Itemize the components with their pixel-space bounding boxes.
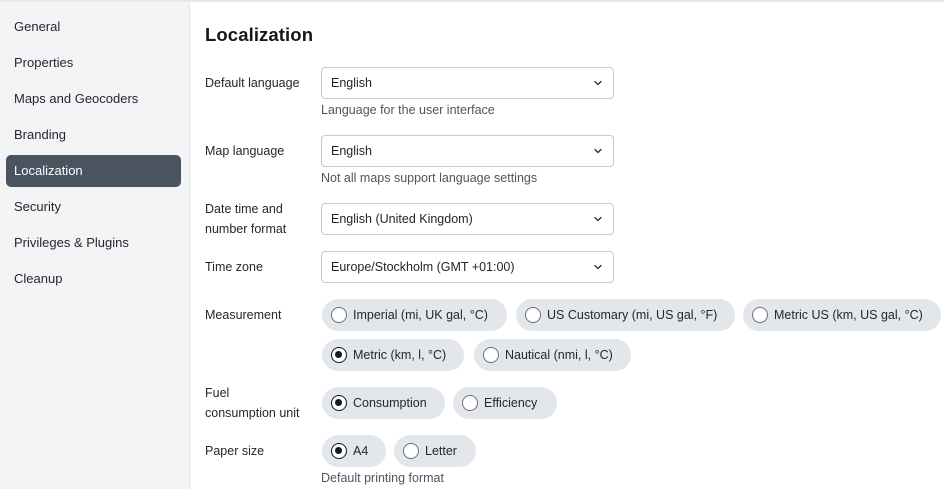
measurement-option-label: Metric US (km, US gal, °C) xyxy=(774,308,923,322)
fuel-consumption-label-line2: consumption unit xyxy=(205,406,300,420)
default-language-label: Default language xyxy=(205,76,300,90)
radio-icon xyxy=(331,307,347,323)
measurement-option-metric-us[interactable]: Metric US (km, US gal, °C) xyxy=(743,299,941,331)
chevron-down-icon xyxy=(594,148,602,154)
chevron-down-icon xyxy=(594,80,602,86)
map-language-label: Map language xyxy=(205,144,285,158)
radio-checked-icon xyxy=(331,395,347,411)
default-language-select[interactable]: English xyxy=(321,67,614,99)
sidebar-item-privileges-plugins[interactable]: Privileges & Plugins xyxy=(6,227,181,259)
sidebar-item-localization[interactable]: Localization xyxy=(6,155,181,187)
radio-checked-icon xyxy=(331,443,347,459)
paper-option-letter[interactable]: Letter xyxy=(394,435,476,467)
default-language-help: Language for the user interface xyxy=(321,103,495,117)
time-zone-label: Time zone xyxy=(205,260,263,274)
date-format-select[interactable]: English (United Kingdom) xyxy=(321,203,614,235)
measurement-option-label: Metric (km, l, °C) xyxy=(353,348,447,362)
date-format-label-line2: number format xyxy=(205,222,287,236)
page-title: Localization xyxy=(205,24,314,45)
measurement-option-label: Imperial (mi, UK gal, °C) xyxy=(353,308,488,322)
paper-size-help: Default printing format xyxy=(321,471,444,485)
sidebar-item-maps-and-geocoders[interactable]: Maps and Geocoders xyxy=(6,83,181,115)
sidebar-item-general[interactable]: General xyxy=(6,11,181,43)
fuel-option-label: Consumption xyxy=(353,396,427,410)
time-zone-value: Europe/Stockholm (GMT +01:00) xyxy=(331,260,515,274)
measurement-option-imperial[interactable]: Imperial (mi, UK gal, °C) xyxy=(322,299,507,331)
measurement-option-us-customary[interactable]: US Customary (mi, US gal, °F) xyxy=(516,299,735,331)
radio-checked-icon xyxy=(331,347,347,363)
time-zone-select[interactable]: Europe/Stockholm (GMT +01:00) xyxy=(321,251,614,283)
sidebar-item-properties[interactable]: Properties xyxy=(6,47,181,79)
paper-option-label: Letter xyxy=(425,444,457,458)
map-language-select[interactable]: English xyxy=(321,135,614,167)
chevron-down-icon xyxy=(594,216,602,222)
measurement-option-metric[interactable]: Metric (km, l, °C) xyxy=(322,339,464,371)
default-language-value: English xyxy=(331,76,372,90)
date-format-label-line1: Date time and xyxy=(205,202,283,216)
radio-icon xyxy=(403,443,419,459)
measurement-label: Measurement xyxy=(205,308,282,322)
fuel-consumption-label-line1: Fuel xyxy=(205,386,230,400)
chevron-down-icon xyxy=(594,264,602,270)
fuel-option-label: Efficiency xyxy=(484,396,538,410)
paper-option-a4[interactable]: A4 xyxy=(322,435,386,467)
fuel-option-consumption[interactable]: Consumption xyxy=(322,387,445,419)
sidebar-item-security[interactable]: Security xyxy=(6,191,181,223)
settings-sidebar: General Properties Maps and Geocoders Br… xyxy=(0,2,190,489)
radio-icon xyxy=(462,395,478,411)
measurement-option-label: Nautical (nmi, l, °C) xyxy=(505,348,613,362)
radio-icon xyxy=(525,307,541,323)
paper-size-label: Paper size xyxy=(205,444,265,458)
date-format-label: Date time and number format xyxy=(205,199,286,239)
measurement-option-nautical[interactable]: Nautical (nmi, l, °C) xyxy=(474,339,631,371)
measurement-option-label: US Customary (mi, US gal, °F) xyxy=(547,308,718,322)
fuel-option-efficiency[interactable]: Efficiency xyxy=(453,387,557,419)
map-language-value: English xyxy=(331,144,372,158)
fuel-consumption-label: Fuel consumption unit xyxy=(205,383,300,423)
sidebar-item-branding[interactable]: Branding xyxy=(6,119,181,151)
radio-icon xyxy=(752,307,768,323)
date-format-value: English (United Kingdom) xyxy=(331,212,473,226)
radio-icon xyxy=(483,347,499,363)
map-language-help: Not all maps support language settings xyxy=(321,171,538,185)
sidebar-item-cleanup[interactable]: Cleanup xyxy=(6,263,181,295)
paper-option-label: A4 xyxy=(353,444,369,458)
